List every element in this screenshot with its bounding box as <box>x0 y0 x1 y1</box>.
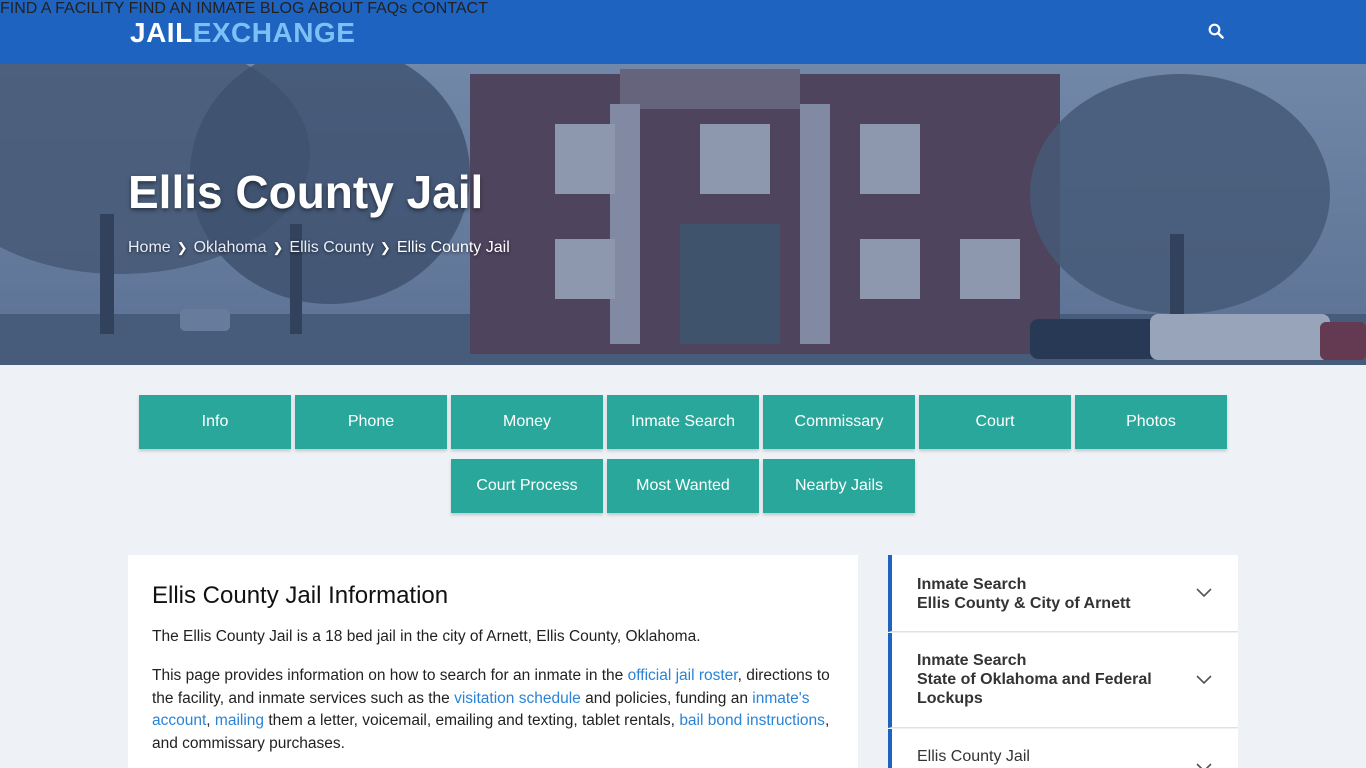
breadcrumb-oklahoma[interactable]: Oklahoma <box>194 239 267 256</box>
top-navbar: JAILEXCHANGE FIND A FACILITY FIND AN INM… <box>0 0 1366 64</box>
jail-information-card: Ellis County Jail Information The Ellis … <box>128 555 858 768</box>
tab-inmate-search[interactable]: Inmate Search <box>607 395 759 449</box>
services-paragraph: This page provides information on how to… <box>152 665 842 755</box>
intro-paragraph: The Ellis County Jail is a 18 bed jail i… <box>152 628 701 645</box>
mailing-link[interactable]: mailing <box>215 712 264 729</box>
breadcrumb-ellis-county[interactable]: Ellis County <box>289 239 373 256</box>
nav-faqs[interactable]: FAQs <box>367 0 407 17</box>
chevron-down-icon[interactable] <box>1196 588 1212 598</box>
tab-court-process[interactable]: Court Process <box>451 459 603 513</box>
bail-bond-instructions-link[interactable]: bail bond instructions <box>679 712 825 729</box>
tab-money[interactable]: Money <box>451 395 603 449</box>
breadcrumb-home[interactable]: Home <box>128 239 171 256</box>
accordion-title-line2: State of Oklahoma and Federal <box>917 671 1152 688</box>
nav-blog[interactable]: BLOG <box>260 0 304 17</box>
official-jail-roster-link[interactable]: official jail roster <box>628 667 738 684</box>
logo-jail-text: JAIL <box>130 17 193 48</box>
search-icon[interactable] <box>1208 23 1224 39</box>
chevron-down-icon[interactable] <box>1196 763 1212 768</box>
nav-about[interactable]: ABOUT <box>308 0 363 17</box>
chevron-right-icon: ❯ <box>272 240 284 255</box>
breadcrumb: Home ❯ Oklahoma ❯ Ellis County ❯ Ellis County … <box>128 238 510 258</box>
hero-banner: Ellis County Jail Home ❯ Oklahoma ❯ Ellis Co… <box>0 64 1366 365</box>
site-logo[interactable]: JAILEXCHANGE <box>130 17 355 49</box>
accordion-item-inmate-search-county[interactable]: Inmate Search Ellis County & City of Arn… <box>888 555 1238 632</box>
accordion-title-line3: Lockups <box>917 690 983 707</box>
tab-phone[interactable]: Phone <box>295 395 447 449</box>
accordion-title-line1: Inmate Search <box>917 576 1027 593</box>
tab-most-wanted[interactable]: Most Wanted <box>607 459 759 513</box>
accordion-title-line1: Ellis County Jail <box>917 748 1030 765</box>
text-span: and policies, funding an <box>580 689 753 707</box>
chevron-right-icon: ❯ <box>379 240 391 255</box>
accordion-item-ellis-county-jail[interactable]: Ellis County Jail <box>888 729 1238 768</box>
breadcrumb-current: Ellis County Jail <box>396 239 510 256</box>
chevron-right-icon: ❯ <box>176 240 188 255</box>
tab-commissary[interactable]: Commissary <box>763 395 915 449</box>
page-title: Ellis County Jail <box>128 166 484 218</box>
tab-nearby-jails[interactable]: Nearby Jails <box>763 459 915 513</box>
accordion-title-line2: Ellis County & City of Arnett <box>917 595 1131 612</box>
text-span: This page provides information on how to… <box>152 667 628 684</box>
sidebar-accordion: Inmate Search Ellis County & City of Arn… <box>888 555 1238 768</box>
tab-info[interactable]: Info <box>139 395 291 449</box>
tab-court[interactable]: Court <box>919 395 1071 449</box>
visitation-schedule-link[interactable]: visitation schedule <box>454 690 581 707</box>
tab-photos[interactable]: Photos <box>1075 395 1227 449</box>
accordion-item-inmate-search-state[interactable]: Inmate Search State of Oklahoma and Fede… <box>888 633 1238 728</box>
nav-find-a-facility[interactable]: FIND A FACILITY <box>0 0 124 17</box>
text-span: , <box>206 712 215 729</box>
section-heading: Ellis County Jail Information <box>152 582 449 609</box>
logo-exchange-text: EXCHANGE <box>192 17 356 48</box>
accordion-title-line1: Inmate Search <box>917 652 1027 669</box>
chevron-down-icon[interactable] <box>1196 675 1212 685</box>
nav-contact[interactable]: CONTACT <box>412 0 488 17</box>
nav-find-an-inmate[interactable]: FIND AN INMATE <box>129 0 256 17</box>
text-span: them a letter, voicemail, emailing and t… <box>264 712 680 729</box>
